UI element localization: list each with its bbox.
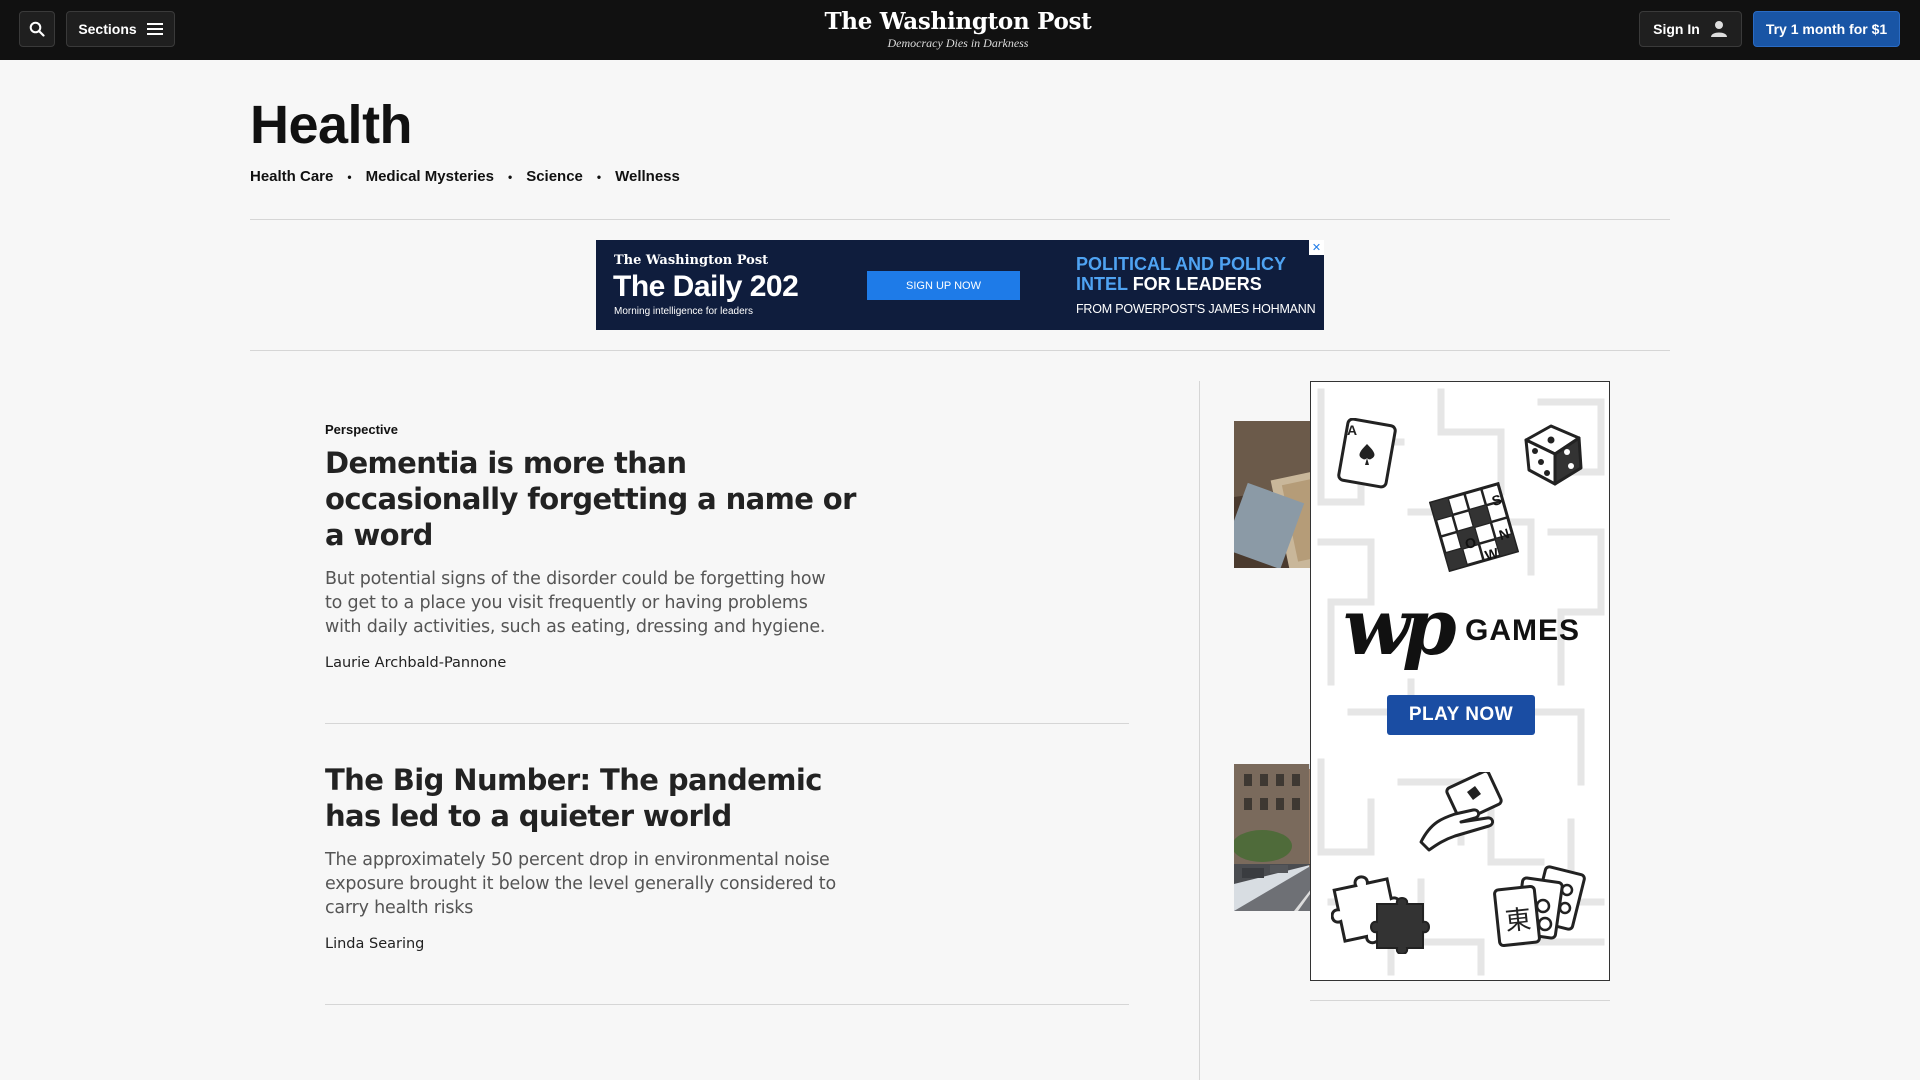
user-icon <box>1710 21 1727 37</box>
ad-bottom-divider <box>1310 1000 1610 1001</box>
brand-tagline: Democracy Dies in Darkness <box>887 36 1029 50</box>
ad-signup-button[interactable]: SIGN UP NOW <box>867 271 1020 300</box>
playing-card-rank: A <box>1347 422 1358 438</box>
brand-name: The Washington Post <box>824 8 1092 35</box>
subnav-separator: • <box>507 169 513 184</box>
article-kicker[interactable]: Perspective <box>325 422 1129 437</box>
top-navigation-bar: Sections The Washington Post Democracy D… <box>0 0 1920 60</box>
article-headline[interactable]: Dementia is more than occasionally forge… <box>325 445 865 553</box>
ad-headline-leaders: FOR LEADERS <box>1132 274 1262 294</box>
section-subnav: Health Care • Medical Mysteries • Scienc… <box>250 168 680 185</box>
play-now-button[interactable]: PLAY NOW <box>1387 695 1535 735</box>
ad-title: The Daily 202 <box>613 270 799 303</box>
daily-202-banner-ad[interactable]: The Washington Post The Daily 202 Mornin… <box>596 240 1324 330</box>
header-divider <box>250 219 1670 220</box>
article-card: The Big Number: The pandemic has led to … <box>325 762 1454 952</box>
puzzle-piece-icon <box>1331 875 1430 954</box>
subnav-item-science[interactable]: Science <box>526 168 583 185</box>
ad-attribution: FROM POWERPOST'S JAMES HOHMANN <box>1076 302 1316 316</box>
article-card: Perspective Dementia is more than occasi… <box>325 421 1454 671</box>
hamburger-icon <box>146 23 163 35</box>
search-icon <box>29 21 45 37</box>
ad-logo: The Washington Post <box>614 253 769 268</box>
playing-card-icon <box>1337 418 1397 489</box>
mahjong-tile-glyph: 東 <box>1503 904 1533 938</box>
ad-headline-intel: INTEL <box>1076 274 1128 294</box>
article-divider <box>325 723 1129 724</box>
ad-divider <box>250 350 1670 351</box>
subnav-separator: • <box>596 169 602 184</box>
subnav-item-wellness[interactable]: Wellness <box>615 168 680 185</box>
ad-headline-line1: POLITICAL AND POLICY <box>1076 254 1287 274</box>
subnav-separator: • <box>347 169 352 184</box>
article-divider <box>325 1004 1129 1005</box>
page-title: Health <box>250 95 413 155</box>
sign-in-button[interactable]: Sign In <box>1639 11 1742 47</box>
subnav-item-health-care[interactable]: Health Care <box>250 168 333 185</box>
ad-subtitle: Morning intelligence for leaders <box>614 306 753 317</box>
wp-logo: wp <box>1343 582 1457 673</box>
article-blurb: The approximately 50 percent drop in env… <box>325 850 836 918</box>
hand-card-icon <box>1419 772 1503 852</box>
sections-menu-button[interactable]: Sections <box>66 11 175 47</box>
site-logo[interactable]: The Washington Post Democracy Dies in Da… <box>810 8 1106 51</box>
subscribe-button[interactable]: Try 1 month for $1 <box>1753 11 1900 47</box>
sections-label: Sections <box>78 21 137 37</box>
subnav-item-medical-mysteries[interactable]: Medical Mysteries <box>366 168 494 185</box>
wp-games-ad[interactable]: A S O N W wp GAMES PLAY NOW 東 <box>1310 381 1610 981</box>
ad-headline: POLITICAL AND POLICY INTEL FOR LEADERS <box>1076 254 1286 294</box>
article-blurb: But potential signs of the disorder coul… <box>325 569 826 637</box>
article-byline[interactable]: Laurie Archbald-Pannone <box>325 655 1129 671</box>
search-button[interactable] <box>19 11 55 47</box>
article-headline[interactable]: The Big Number: The pandemic has led to … <box>325 762 865 834</box>
article-byline[interactable]: Linda Searing <box>325 936 1129 952</box>
close-icon[interactable]: ✕ <box>1309 240 1324 255</box>
games-title: GAMES <box>1465 614 1581 647</box>
column-divider <box>1199 381 1200 1080</box>
dice-icon <box>1524 424 1583 486</box>
sign-in-label: Sign In <box>1653 21 1700 37</box>
